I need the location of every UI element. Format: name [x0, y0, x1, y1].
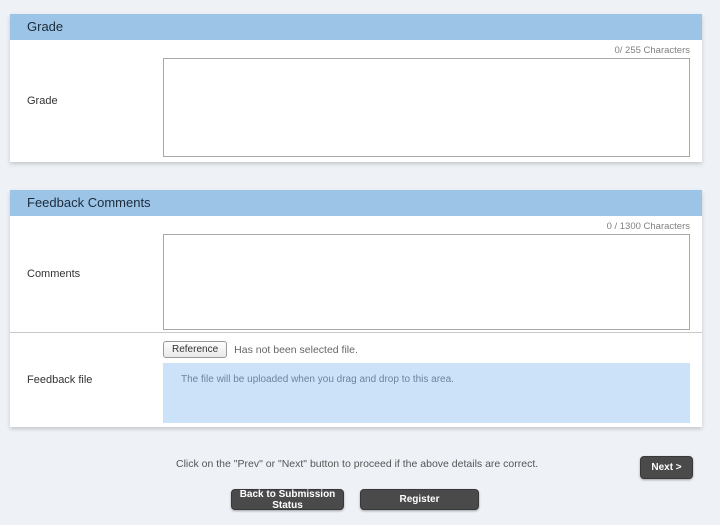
feedback-comments-section: Feedback Comments Comments 0 / 1300 Char… [10, 190, 702, 427]
back-to-submission-status-button[interactable]: Back to Submission Status [231, 489, 344, 510]
comments-row: Comments 0 / 1300 Characters [10, 216, 702, 332]
comments-field: 0 / 1300 Characters [163, 216, 702, 332]
grade-char-counter: 0/ 255 Characters [163, 45, 690, 56]
comments-label: Comments [10, 216, 163, 332]
grade-section-header: Grade [10, 14, 702, 40]
file-status-text: Has not been selected file. [234, 344, 358, 356]
grade-textarea[interactable] [163, 58, 690, 157]
file-select-line: Reference Has not been selected file. [163, 341, 690, 358]
feedback-file-field: Reference Has not been selected file. Th… [163, 333, 702, 427]
file-dropzone[interactable]: The file will be uploaded when you drag … [163, 363, 690, 423]
feedback-file-row: Feedback file Reference Has not been sel… [10, 332, 702, 427]
grade-label: Grade [10, 40, 163, 162]
register-button[interactable]: Register [360, 489, 479, 510]
proceed-instruction-text: Click on the "Prev" or "Next" button to … [176, 457, 538, 471]
feedback-file-label: Feedback file [10, 333, 163, 427]
grade-field: 0/ 255 Characters [163, 40, 702, 162]
comments-textarea[interactable] [163, 234, 690, 330]
feedback-section-header: Feedback Comments [10, 190, 702, 216]
grade-section: Grade Grade 0/ 255 Characters [10, 14, 702, 162]
next-button[interactable]: Next > [640, 456, 693, 479]
grade-row: Grade 0/ 255 Characters [10, 40, 702, 162]
reference-button[interactable]: Reference [163, 341, 227, 358]
comments-char-counter: 0 / 1300 Characters [163, 221, 690, 232]
